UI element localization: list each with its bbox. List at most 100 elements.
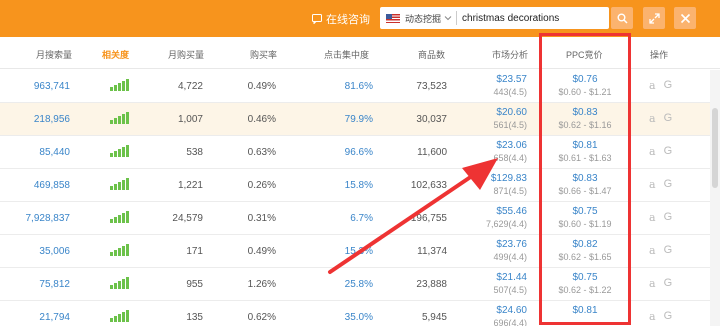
monthly-search-value[interactable]: 85,440 — [39, 147, 70, 158]
market-price[interactable]: $24.60 — [493, 305, 527, 317]
ppc-bid-cell: $0.76 $0.60 - $1.21 — [541, 74, 629, 98]
expand-button[interactable] — [643, 7, 665, 29]
google-icon[interactable]: G — [664, 211, 673, 224]
click-concentration-value[interactable]: 79.9% — [345, 114, 373, 125]
google-icon[interactable]: G — [664, 277, 673, 290]
market-price[interactable]: $23.76 — [493, 239, 527, 251]
online-consult-link[interactable]: 在线咨询 — [312, 11, 370, 27]
click-concentration-value[interactable]: 81.6% — [345, 81, 373, 92]
monthly-search-value[interactable]: 469,858 — [34, 180, 70, 191]
monthly-search-value[interactable]: 21,794 — [39, 312, 70, 323]
click-concentration-value[interactable]: 15.8% — [345, 180, 373, 191]
col-purchase-rate[interactable]: 购买率 — [250, 48, 277, 61]
col-monthly-purchase[interactable]: 月购买量 — [168, 48, 204, 61]
monthly-search-value[interactable]: 963,741 — [34, 81, 70, 92]
product-count-value: 30,037 — [416, 114, 447, 125]
col-ppc-bid[interactable]: PPC竞价 — [566, 48, 603, 61]
amazon-icon[interactable]: a — [649, 211, 656, 224]
market-analysis-cell[interactable]: $23.76 499(4.4) — [493, 239, 527, 263]
table-row[interactable]: 21,794 135 0.62% 35.0% 5,945 $24.60 696(… — [0, 301, 720, 326]
amazon-icon[interactable]: a — [649, 277, 656, 290]
market-price[interactable]: $21.44 — [493, 272, 527, 284]
market-select[interactable]: 动态挖掘 — [405, 12, 441, 25]
table-row[interactable]: 469,858 1,221 0.26% 15.8% 102,633 $129.8… — [0, 169, 720, 202]
row-actions: a G — [649, 277, 672, 290]
click-concentration-value[interactable]: 96.6% — [345, 147, 373, 158]
col-monthly-search[interactable]: 月搜索量 — [36, 48, 72, 61]
table-row[interactable]: 75,812 955 1.26% 25.8% 23,888 $21.44 507… — [0, 268, 720, 301]
col-product-count[interactable]: 商品数 — [418, 48, 445, 61]
table-row[interactable]: 85,440 538 0.63% 96.6% 11,600 $23.06 658… — [0, 136, 720, 169]
product-count-value: 73,523 — [416, 81, 447, 92]
col-click-concentration[interactable]: 点击集中度 — [324, 48, 369, 61]
monthly-search-value[interactable]: 218,956 — [34, 114, 70, 125]
col-market-analysis[interactable]: 市场分析 — [492, 48, 528, 61]
market-rating: 7,629(4.4) — [485, 219, 527, 229]
amazon-icon[interactable]: a — [649, 79, 656, 92]
chat-icon — [312, 14, 322, 24]
keyword-input[interactable]: christmas decorations — [462, 13, 559, 24]
chevron-down-icon[interactable] — [444, 14, 452, 22]
ppc-range: $0.61 - $1.63 — [558, 153, 612, 163]
google-icon[interactable]: G — [664, 244, 673, 257]
amazon-icon[interactable]: a — [649, 244, 656, 257]
click-concentration-value[interactable]: 25.8% — [345, 279, 373, 290]
ppc-range: $0.60 - $1.19 — [558, 219, 612, 229]
monthly-search-value[interactable]: 7,928,837 — [26, 213, 71, 224]
amazon-icon[interactable]: a — [649, 310, 656, 323]
scrollbar[interactable] — [710, 70, 720, 326]
close-button[interactable] — [674, 7, 696, 29]
amazon-icon[interactable]: a — [649, 145, 656, 158]
google-icon[interactable]: G — [664, 178, 673, 191]
search-button[interactable] — [611, 7, 633, 29]
click-concentration-value[interactable]: 6.7% — [350, 213, 373, 224]
purchase-rate-value: 0.49% — [247, 246, 276, 257]
market-analysis-cell[interactable]: $55.46 7,629(4.4) — [486, 206, 527, 230]
google-icon[interactable]: G — [664, 79, 673, 92]
market-rating: 561(4.5) — [493, 120, 527, 130]
monthly-purchase-value: 24,579 — [172, 213, 203, 224]
monthly-purchase-value: 955 — [186, 279, 203, 290]
row-actions: a G — [649, 211, 672, 224]
market-analysis-cell[interactable]: $21.44 507(4.5) — [493, 272, 527, 296]
table-row[interactable]: 963,741 4,722 0.49% 81.6% 73,523 $23.57 … — [0, 70, 720, 103]
amazon-icon[interactable]: a — [649, 178, 656, 191]
google-icon[interactable]: G — [664, 145, 673, 158]
ppc-price: $0.75 — [572, 206, 598, 217]
market-price[interactable]: $23.06 — [493, 140, 527, 152]
monthly-search-value[interactable]: 75,812 — [39, 279, 70, 290]
purchase-rate-value: 0.49% — [247, 81, 276, 92]
table-row[interactable]: 7,928,837 24,579 0.31% 6.7% 196,755 $55.… — [0, 202, 720, 235]
google-icon[interactable]: G — [664, 310, 673, 323]
product-count-value: 11,600 — [417, 147, 447, 158]
ppc-price: $0.82 — [572, 239, 598, 250]
purchase-rate-value: 0.26% — [247, 180, 276, 191]
market-analysis-cell[interactable]: $20.60 561(4.5) — [493, 107, 527, 131]
table-row[interactable]: 35,006 171 0.49% 15.3% 11,374 $23.76 499… — [0, 235, 720, 268]
relevance-bars — [110, 310, 130, 322]
market-price[interactable]: $23.57 — [493, 74, 527, 86]
monthly-search-value[interactable]: 35,006 — [39, 246, 70, 257]
row-actions: a G — [649, 145, 672, 158]
col-relevance[interactable]: 相关度 — [102, 48, 129, 61]
market-analysis-cell[interactable]: $24.60 696(4.4) — [493, 305, 527, 326]
row-actions: a G — [649, 244, 672, 257]
market-analysis-cell[interactable]: $129.83 871(4.5) — [491, 173, 527, 197]
market-analysis-cell[interactable]: $23.57 443(4.5) — [493, 74, 527, 98]
ppc-price: $0.83 — [572, 173, 598, 184]
market-price[interactable]: $129.83 — [491, 173, 527, 185]
purchase-rate-value: 0.46% — [247, 114, 276, 125]
product-count-value: 11,374 — [417, 246, 447, 257]
click-concentration-value[interactable]: 35.0% — [345, 312, 373, 323]
table-row[interactable]: 218,956 1,007 0.46% 79.9% 30,037 $20.60 … — [0, 103, 720, 136]
market-price[interactable]: $55.46 — [486, 206, 527, 218]
market-price[interactable]: $20.60 — [493, 107, 527, 119]
click-concentration-value[interactable]: 15.3% — [345, 246, 373, 257]
google-icon[interactable]: G — [664, 112, 673, 125]
ppc-range: $0.62 - $1.16 — [558, 120, 612, 130]
market-analysis-cell[interactable]: $23.06 658(4.4) — [493, 140, 527, 164]
ppc-range: $0.66 - $1.47 — [558, 186, 612, 196]
amazon-icon[interactable]: a — [649, 112, 656, 125]
monthly-purchase-value: 1,007 — [177, 114, 203, 125]
scrollbar-thumb[interactable] — [712, 108, 718, 188]
